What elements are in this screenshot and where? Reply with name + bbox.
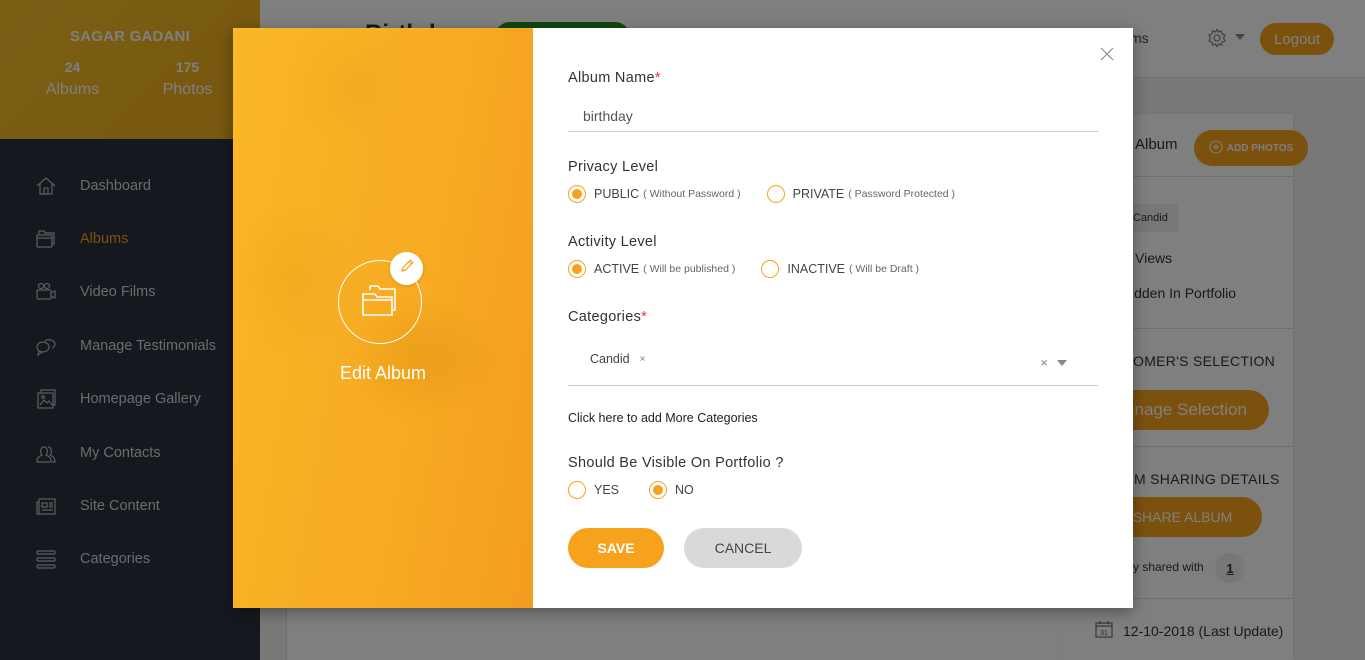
radio-private[interactable]: PRIVATE ( Password Protected ): [766, 185, 956, 203]
radio-dot: [572, 264, 582, 274]
radio-hint: ( Without Password ): [643, 188, 741, 200]
portfolio-visibility-label: Should Be Visible On Portfolio ?: [568, 455, 784, 471]
album-name-input[interactable]: [568, 100, 1098, 132]
edit-album-modal: Edit Album Album Name* Privacy Level PUB…: [233, 28, 1133, 608]
categories-label: Categories*: [568, 309, 647, 325]
cancel-button[interactable]: CANCEL: [684, 528, 802, 568]
close-icon[interactable]: [1099, 46, 1115, 62]
album-name-label: Album Name*: [568, 70, 661, 86]
required-asterisk: *: [641, 309, 648, 325]
radio-no[interactable]: NO: [649, 481, 694, 499]
radio-circle: [761, 260, 780, 278]
portfolio-radio-group: YES NO: [568, 481, 694, 499]
add-categories-link[interactable]: Click here to add More Categories: [568, 411, 758, 425]
chip-label: Candid: [590, 352, 630, 366]
privacy-radio-group: PUBLIC ( Without Password ) PRIVATE ( Pa…: [568, 185, 955, 203]
folders-icon: [360, 282, 400, 323]
label-text: Categories: [568, 309, 642, 325]
radio-circle: [568, 481, 586, 499]
activity-radio-group: ACTIVE ( Will be published ) INACTIVE ( …: [568, 260, 919, 278]
radio-label: NO: [675, 483, 694, 497]
edit-pencil-button[interactable]: [390, 252, 423, 285]
categories-select[interactable]: Candid × ×: [568, 338, 1098, 386]
chip-remove-icon[interactable]: ×: [640, 354, 646, 365]
activity-level-label: Activity Level: [568, 234, 657, 250]
modal-banner: Edit Album: [233, 28, 533, 608]
radio-dot: [572, 189, 582, 199]
required-asterisk: *: [654, 70, 661, 86]
radio-public[interactable]: PUBLIC ( Without Password ): [568, 185, 741, 203]
radio-label: YES: [594, 483, 620, 497]
radio-yes[interactable]: YES: [568, 481, 619, 499]
category-chip: Candid ×: [590, 352, 645, 366]
radio-hint: ( Will be published ): [643, 263, 736, 275]
pencil-icon: [399, 258, 415, 279]
radio-dot: [653, 485, 664, 495]
radio-circle: [649, 481, 668, 499]
save-button[interactable]: SAVE: [568, 528, 664, 568]
radio-circle: [568, 185, 586, 203]
radio-label: INACTIVE: [787, 262, 846, 276]
radio-hint: ( Will be Draft ): [849, 263, 920, 275]
chevron-down-icon[interactable]: [1057, 360, 1067, 366]
modal-title: Edit Album: [339, 363, 427, 383]
clear-selection-icon[interactable]: ×: [1040, 355, 1048, 370]
radio-active[interactable]: ACTIVE ( Will be published ): [568, 260, 735, 278]
radio-hint: ( Password Protected ): [848, 188, 956, 200]
label-text: Album Name: [568, 70, 655, 86]
radio-inactive[interactable]: INACTIVE ( Will be Draft ): [761, 260, 919, 278]
radio-label: PRIVATE: [792, 187, 845, 201]
radio-label: ACTIVE: [594, 262, 640, 276]
privacy-level-label: Privacy Level: [568, 159, 659, 175]
edit-album-form: Album Name* Privacy Level PUBLIC ( Witho…: [533, 28, 1133, 608]
radio-circle: [766, 185, 785, 203]
radio-circle: [568, 260, 586, 278]
radio-label: PUBLIC: [594, 187, 640, 201]
